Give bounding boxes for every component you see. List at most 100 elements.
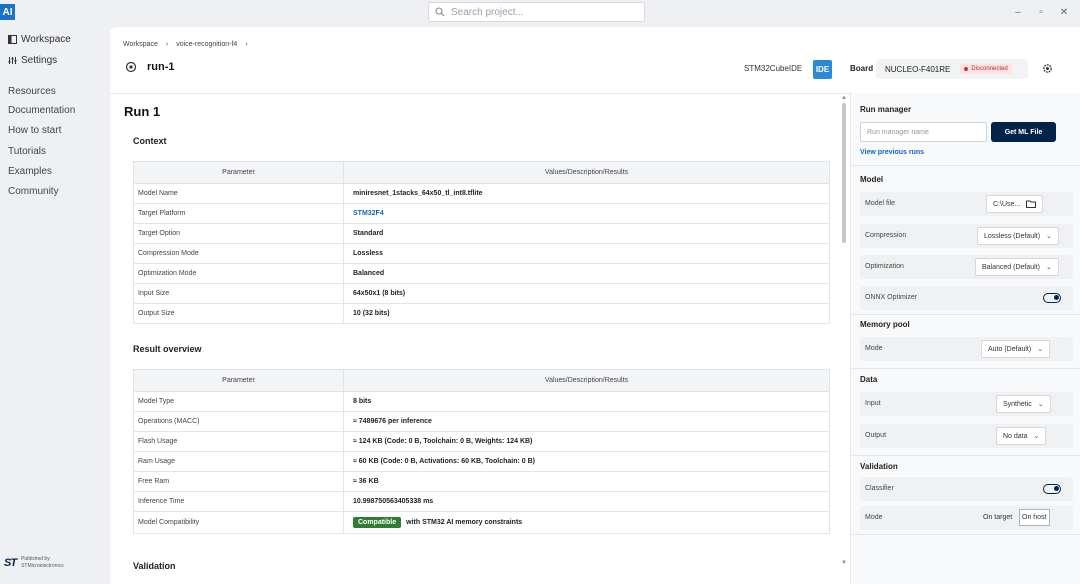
onnx-optimizer-toggle[interactable] [1043, 293, 1061, 303]
search-box[interactable] [428, 2, 645, 22]
breadcrumb-project[interactable]: voice-recognition-f4 [176, 41, 237, 48]
context-table: Parameter Values/Description/Results Mod… [133, 161, 830, 324]
scroll-up-icon[interactable]: ▲ [841, 95, 847, 101]
model-file-value: C:\Use... [993, 200, 1021, 208]
divider [851, 165, 1080, 166]
result-heading: Result overview [133, 344, 202, 354]
minimize-icon[interactable]: – [1011, 5, 1025, 19]
scroll-down-icon[interactable]: ▼ [841, 560, 847, 566]
data-input-row: Input Synthetic ⌄ [860, 392, 1073, 416]
table-row: Model Compatibility Compatible with STM32… [133, 511, 830, 534]
get-ml-file-button[interactable]: Get ML File [991, 122, 1056, 142]
sidebar-item-label: Settings [21, 55, 58, 66]
sidebar-link-tutorials[interactable]: Tutorials [8, 146, 46, 157]
param-cell: Model Name [133, 183, 344, 204]
data-output-label: Output [865, 432, 887, 439]
compatible-badge: Compatible [353, 517, 402, 528]
table-row: Target Platform STM32F4 [133, 203, 830, 224]
target-platform-link[interactable]: STM32F4 [343, 203, 830, 224]
data-output-select[interactable]: No data ⌄ [996, 427, 1047, 445]
validation-heading: Validation [133, 561, 176, 571]
sidebar-item-workspace[interactable]: Workspace [8, 34, 71, 45]
sidebar-link-documentation[interactable]: Documentation [8, 105, 75, 116]
board-selector[interactable]: NUCLEO-F401RE Disconnected [876, 59, 1028, 79]
status-badge: Disconnected [960, 64, 1012, 74]
mode-option-on-host[interactable]: On host [1019, 509, 1050, 526]
compat-text: with STM32 AI memory constraints [406, 519, 523, 526]
ide-label: STM32CubeIDE [744, 64, 803, 73]
breadcrumb-separator: › [165, 41, 169, 48]
board-name: NUCLEO-F401RE [885, 64, 951, 74]
memory-mode-select[interactable]: Auto (Default) ⌄ [981, 340, 1051, 358]
chevron-down-icon: ⌄ [1045, 264, 1052, 271]
sidebar-link-how-to-start[interactable]: How to start [8, 125, 61, 136]
value-cell: 64x50x1 (8 bits) [343, 283, 830, 304]
report-scrollbar[interactable]: ▲ ▼ [840, 95, 847, 583]
gear-icon[interactable] [1042, 63, 1053, 74]
memory-mode-value: Auto (Default) [988, 345, 1032, 353]
left-sidebar: Workspace Settings Resources Documentati… [0, 24, 108, 584]
optimization-select[interactable]: Balanced (Default) ⌄ [975, 258, 1059, 276]
data-input-select[interactable]: Synthetic ⌄ [996, 395, 1051, 413]
target-icon[interactable] [125, 61, 137, 73]
publisher-line1: Published by [21, 556, 50, 562]
mode-option-on-target[interactable]: On target [981, 509, 1014, 526]
breadcrumb-separator: › [245, 41, 248, 48]
ide-button[interactable]: IDE [813, 60, 832, 79]
settings-icon [8, 57, 17, 64]
param-cell: Model Type [133, 391, 344, 412]
optimization-row: Optimization Balanced (Default) ⌄ [860, 255, 1073, 279]
data-section-title: Data [860, 375, 878, 384]
model-file-picker[interactable]: C:\Use... [986, 195, 1044, 213]
column-header: Values/Description/Results [343, 161, 830, 184]
chevron-down-icon: ⌄ [1046, 233, 1052, 240]
breadcrumb-workspace[interactable]: Workspace [123, 41, 158, 48]
divider [851, 534, 1080, 535]
run-header: run-1 [125, 61, 175, 73]
sidebar-link-resources[interactable]: Resources [8, 86, 56, 97]
title-bar: AI – ▫ ✕ [0, 0, 1080, 24]
table-row: Free Ram ≈ 36 KB [133, 471, 830, 492]
run-manager-name-input[interactable] [860, 122, 987, 142]
chevron-down-icon: ⌄ [1037, 346, 1044, 353]
param-cell: Output Size [133, 303, 344, 324]
memory-mode-label: Mode [865, 345, 883, 352]
value-cell: ≈ 7489676 per inference [343, 411, 830, 432]
validation-mode-label: Mode [865, 514, 883, 521]
onnx-optimizer-label: ONNX Optimizer [865, 294, 918, 301]
report-title: Run 1 [124, 104, 161, 119]
compression-label: Compression [865, 232, 907, 239]
model-file-label: Model file [865, 200, 895, 207]
compression-select[interactable]: Lossless (Default) ⌄ [977, 227, 1059, 245]
st-logo-mark: ST [4, 557, 17, 569]
value-cell: ≈ 124 KB (Code: 0 B, Toolchain: 0 B, Wei… [343, 431, 830, 452]
main-panel: Workspace › voice-recognition-f4 › run-1… [110, 27, 1080, 584]
sidebar-link-examples[interactable]: Examples [8, 166, 52, 177]
model-file-row: Model file C:\Use... [860, 192, 1073, 216]
data-input-label: Input [865, 400, 881, 407]
table-row: Input Size 64x50x1 (8 bits) [133, 283, 830, 304]
search-input[interactable] [451, 6, 631, 18]
column-header: Values/Description/Results [343, 369, 830, 392]
scroll-thumb[interactable] [842, 103, 846, 243]
run-manager-title: Run manager [860, 105, 912, 114]
sidebar-link-community[interactable]: Community [8, 186, 59, 197]
sidebar-item-settings[interactable]: Settings [8, 55, 57, 66]
column-header: Parameter [133, 161, 344, 184]
table-row: Ram Usage ≈ 60 KB (Code: 0 B, Activations… [133, 451, 830, 472]
classifier-toggle[interactable] [1043, 484, 1061, 494]
view-previous-runs-link[interactable]: View previous runs [860, 149, 924, 156]
close-icon[interactable]: ✕ [1057, 5, 1071, 19]
param-cell: Target Platform [133, 203, 344, 224]
param-cell: Ram Usage [133, 451, 344, 472]
data-output-value: No data [1003, 432, 1028, 440]
result-table: Parameter Values/Description/Results Mod… [133, 369, 830, 534]
onnx-optimizer-row: ONNX Optimizer [860, 286, 1073, 310]
maximize-icon[interactable]: ▫ [1034, 5, 1048, 19]
board-label: Board [850, 64, 874, 73]
optimization-value: Balanced (Default) [982, 263, 1040, 271]
st-publisher-logo: ST Published by STMicroelectronics [4, 556, 64, 570]
divider [851, 314, 1080, 315]
value-cell: 10 (32 bits) [343, 303, 830, 324]
value-cell: 8 bits [343, 391, 830, 412]
